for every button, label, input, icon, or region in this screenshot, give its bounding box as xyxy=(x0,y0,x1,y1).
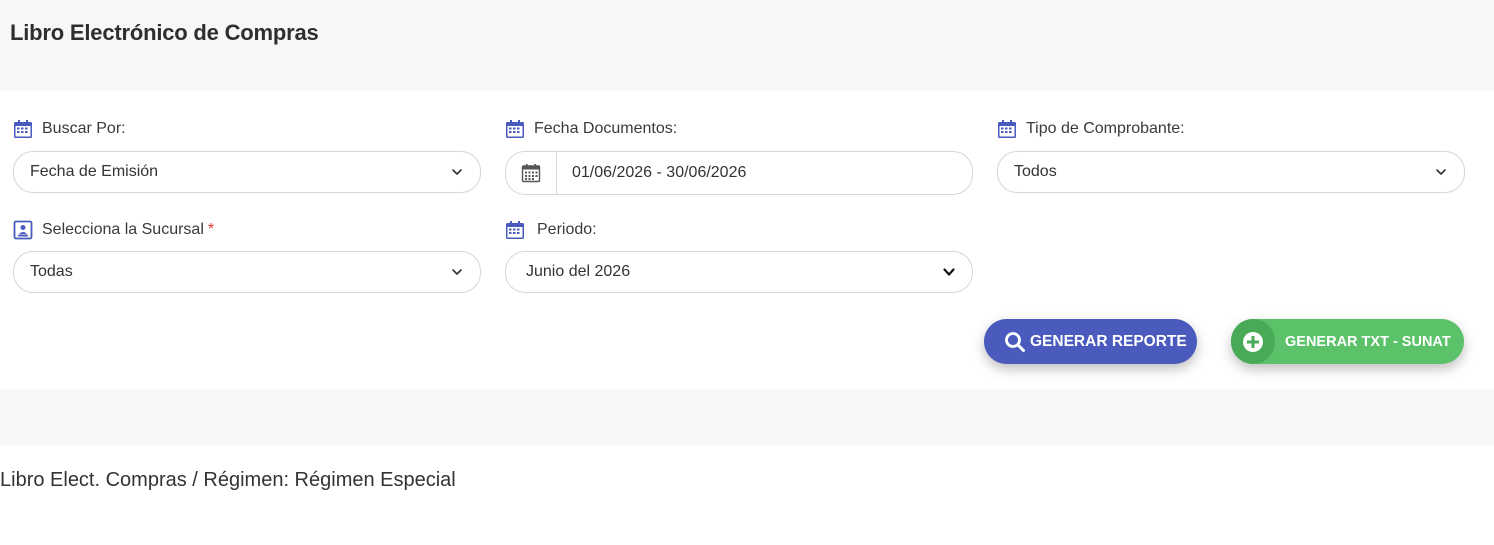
sucursal-label-row: Selecciona la Sucursal * xyxy=(13,219,214,241)
section-divider xyxy=(0,389,1494,445)
tipo-comprobante-select[interactable]: Todos xyxy=(997,151,1465,193)
generar-txt-sunat-button[interactable]: GENERAR TXT - SUNAT xyxy=(1231,319,1464,364)
calendar-icon xyxy=(998,120,1016,138)
header-band: Libro Electrónico de Compras xyxy=(0,0,1494,91)
chevron-down-icon xyxy=(452,269,462,275)
search-icon xyxy=(1005,331,1025,352)
buscar-por-select[interactable]: Fecha de Emisión xyxy=(13,151,481,193)
fecha-documentos-label-row: Fecha Documentos: xyxy=(505,118,677,140)
fecha-documentos-input[interactable]: 01/06/2026 - 30/06/2026 xyxy=(505,151,973,195)
chevron-down-icon xyxy=(1436,169,1446,175)
sucursal-label: Selecciona la Sucursal xyxy=(42,221,204,238)
plus-circle-icon xyxy=(1243,331,1263,352)
contact-card-icon xyxy=(13,220,33,240)
generar-reporte-button[interactable]: GENERAR REPORTE xyxy=(984,319,1197,364)
tipo-comprobante-value: Todos xyxy=(1014,163,1057,180)
fecha-documentos-value: 01/06/2026 - 30/06/2026 xyxy=(572,164,747,181)
calendar-icon xyxy=(506,221,524,239)
page-title: Libro Electrónico de Compras xyxy=(10,20,319,45)
chevron-down-icon xyxy=(452,169,462,175)
calendar-grid-icon xyxy=(521,164,541,183)
required-asterisk: * xyxy=(207,221,215,238)
generar-txt-label: GENERAR TXT - SUNAT xyxy=(1285,333,1451,350)
generar-reporte-label: GENERAR REPORTE xyxy=(1030,332,1187,350)
buscar-por-label-row: Buscar Por: xyxy=(13,118,126,140)
periodo-select[interactable]: Junio del 2026 xyxy=(505,251,973,293)
buscar-por-label: Buscar Por: xyxy=(42,120,126,137)
sucursal-value: Todas xyxy=(30,263,73,280)
periodo-label: Periodo: xyxy=(537,221,597,238)
plus-icon-wrap xyxy=(1231,319,1275,364)
tipo-comprobante-label-row: Tipo de Comprobante: xyxy=(997,118,1185,140)
calendar-icon xyxy=(14,120,32,138)
periodo-value: Junio del 2026 xyxy=(526,263,631,280)
date-picker-addon[interactable] xyxy=(506,152,557,194)
fecha-documentos-label: Fecha Documentos: xyxy=(534,120,678,137)
calendar-icon xyxy=(506,120,524,138)
chevron-down-icon xyxy=(943,268,955,276)
report-caption: Libro Elect. Compras / Régimen: Régimen … xyxy=(0,469,456,491)
sucursal-select[interactable]: Todas xyxy=(13,251,481,293)
buscar-por-value: Fecha de Emisión xyxy=(30,163,159,180)
tipo-comprobante-label: Tipo de Comprobante: xyxy=(1026,120,1185,137)
periodo-label-row: Periodo: xyxy=(505,219,597,241)
